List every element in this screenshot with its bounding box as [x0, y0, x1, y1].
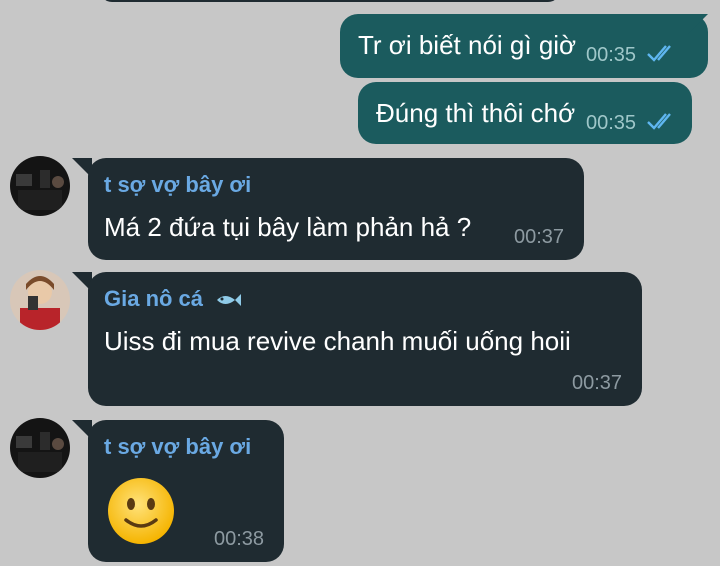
message-time: 00:35: [586, 112, 637, 134]
sender-name-text: Gia nô cá: [104, 286, 204, 311]
fish-emoji-icon: [217, 294, 242, 307]
read-receipt-icon: [647, 45, 671, 62]
incoming-message[interactable]: Gia nô cá Uiss đi mua revive chanh muối …: [88, 272, 642, 406]
avatar[interactable]: [10, 156, 70, 216]
message-text: Đúng thì thôi chớ: [376, 98, 576, 128]
message-time: 00:37: [572, 372, 623, 394]
sender-name[interactable]: Gia nô cá: [104, 286, 242, 312]
slightly-smiling-face-icon: [108, 478, 174, 544]
message-text: Tr ơi biết nói gì giờ: [358, 30, 577, 60]
incoming-message[interactable]: t sợ vợ bây ơi 00:38: [88, 420, 284, 562]
message-time: 00:38: [214, 528, 265, 550]
previous-message-bubble: [100, 0, 560, 2]
sender-name[interactable]: t sợ vợ bây ơi: [104, 434, 251, 460]
message-time: 00:37: [514, 226, 565, 248]
message-text: Uiss đi mua revive chanh muối uống hoii: [104, 326, 571, 356]
avatar[interactable]: [10, 418, 70, 478]
read-receipt-icon: [647, 113, 671, 130]
message-text: Má 2 đứa tụi bây làm phản hả ?: [104, 212, 472, 242]
outgoing-message[interactable]: Tr ơi biết nói gì giờ 00:35: [340, 14, 708, 78]
avatar[interactable]: [10, 270, 70, 330]
message-time: 00:35: [586, 44, 637, 66]
outgoing-message[interactable]: Đúng thì thôi chớ 00:35: [358, 82, 692, 144]
incoming-message[interactable]: t sợ vợ bây ơi Má 2 đứa tụi bây làm phản…: [88, 158, 584, 260]
sender-name[interactable]: t sợ vợ bây ơi: [104, 172, 251, 198]
